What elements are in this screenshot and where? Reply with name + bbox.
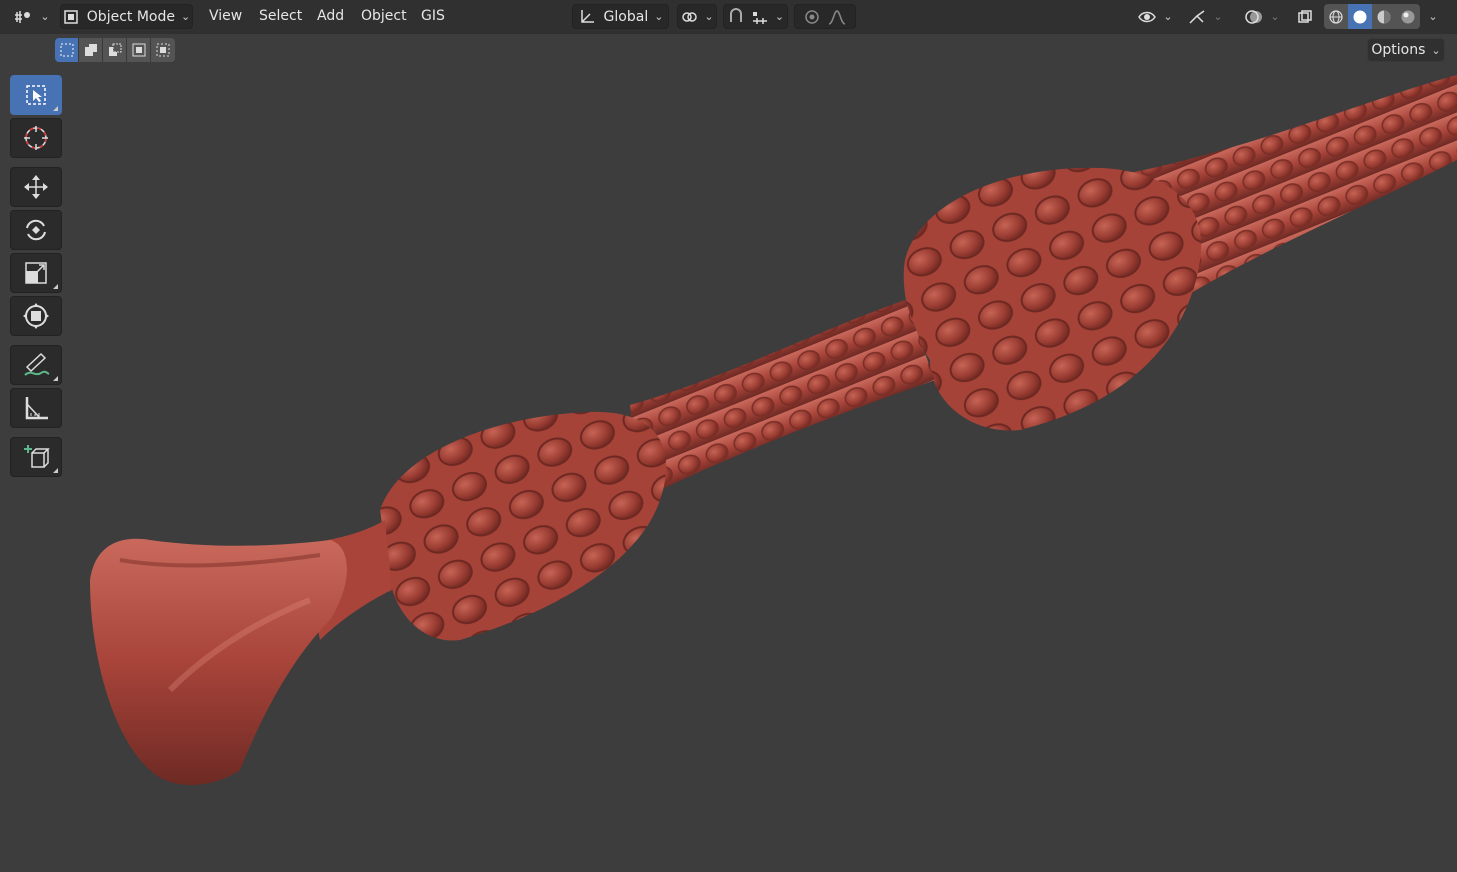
chevron-down-icon: ⌄ <box>1270 10 1280 23</box>
select-extend-icon <box>84 44 97 56</box>
select-intersect-icon <box>156 43 170 57</box>
shading-rendered-button[interactable] <box>1396 4 1420 29</box>
chevron-down-icon: ⌄ <box>704 10 714 23</box>
tool-select-box[interactable] <box>10 75 62 115</box>
chevron-down-icon: ⌄ <box>1431 43 1441 57</box>
gizmo-dropdown[interactable]: ⌄ <box>1180 4 1230 29</box>
tool-cursor[interactable] <box>10 118 62 158</box>
editor-type-button[interactable]: ⌄ <box>14 4 50 29</box>
chevron-down-icon: ⌄ <box>774 10 785 23</box>
chevron-down-icon: ⌄ <box>1163 10 1173 23</box>
tool-add-cube[interactable] <box>10 437 62 477</box>
orientation-icon <box>580 9 594 23</box>
viewport-header: ⌄ Object Mode ⌄ View Select Add Object G… <box>0 0 1457 34</box>
xray-icon <box>1298 9 1312 23</box>
snap-increment-icon <box>752 11 767 24</box>
tool-move[interactable] <box>10 167 62 207</box>
solid-sphere-icon <box>1353 10 1367 23</box>
move-icon <box>24 175 48 199</box>
select-new-icon <box>60 43 73 57</box>
select-invert-button[interactable] <box>127 38 151 62</box>
visibility-dropdown[interactable]: ⌄ <box>1135 4 1175 29</box>
pivot-point-dropdown[interactable]: ⌄ <box>677 4 717 29</box>
options-label: Options <box>1371 42 1426 58</box>
select-new-button[interactable] <box>55 38 79 62</box>
options-dropdown[interactable]: Options ⌄ <box>1367 38 1445 62</box>
object-mode-icon <box>64 9 78 24</box>
falloff-curve-icon <box>828 9 846 25</box>
select-extend-button[interactable] <box>79 38 103 62</box>
select-intersect-button[interactable] <box>151 38 175 62</box>
select-invert-icon <box>132 43 145 57</box>
shading-options-dropdown[interactable]: ⌄ <box>1422 4 1444 29</box>
annotate-icon <box>24 352 50 376</box>
chevron-down-icon: ⌄ <box>180 10 191 23</box>
cursor-icon <box>24 126 48 150</box>
shading-wireframe-button[interactable] <box>1324 4 1348 29</box>
overlays-dropdown[interactable]: ⌄ <box>1237 4 1287 29</box>
chevron-down-icon: ⌄ <box>654 10 664 23</box>
chevron-down-icon: ⌄ <box>1428 10 1438 23</box>
tool-rotate[interactable] <box>10 210 62 250</box>
add-cube-icon <box>24 445 50 468</box>
eye-icon <box>1138 11 1157 22</box>
overlays-icon <box>1245 9 1263 24</box>
shading-solid-button[interactable] <box>1348 4 1372 29</box>
tool-transform[interactable] <box>10 296 62 336</box>
transform-icon <box>23 303 49 329</box>
transform-orientation-dropdown[interactable]: Global ⌄ <box>572 4 669 29</box>
tool-measure[interactable] <box>10 388 62 428</box>
chevron-down-icon: ⌄ <box>1213 10 1223 23</box>
pivot-icon <box>682 11 698 22</box>
scale-icon <box>25 262 47 284</box>
select-box-icon <box>26 85 46 105</box>
snap-group[interactable]: ⌄ <box>723 4 788 29</box>
xray-toggle[interactable] <box>1293 4 1317 29</box>
mode-label: Object Mode <box>86 8 175 25</box>
menu-add[interactable]: Add <box>315 8 346 24</box>
3d-viewport-icon <box>15 10 31 23</box>
mode-dropdown[interactable]: Object Mode ⌄ <box>60 4 193 29</box>
tool-annotate[interactable] <box>10 345 62 385</box>
tool-scale[interactable] <box>10 253 62 293</box>
measure-icon <box>25 397 48 420</box>
menu-view[interactable]: View <box>207 8 244 24</box>
menu-gis[interactable]: GIS <box>419 8 447 24</box>
wand-mesh[interactable] <box>0 0 1457 872</box>
orientation-label: Global <box>603 8 649 25</box>
proportional-edit-group[interactable] <box>794 4 856 29</box>
menu-select[interactable]: Select <box>257 8 304 24</box>
proportional-edit-icon <box>805 9 819 24</box>
select-subtract-icon <box>108 43 121 56</box>
menu-object[interactable]: Object <box>359 8 409 24</box>
selection-mode-group <box>55 38 175 62</box>
shading-material-button[interactable] <box>1372 4 1396 29</box>
gizmo-icon <box>1189 9 1205 24</box>
3d-viewport[interactable]: ⌄ Object Mode ⌄ View Select Add Object G… <box>0 0 1457 872</box>
wireframe-icon <box>1329 9 1343 24</box>
material-sphere-icon <box>1377 10 1391 23</box>
chevron-down-icon: ⌄ <box>40 10 50 23</box>
select-subtract-button[interactable] <box>103 38 127 62</box>
rendered-sphere-icon <box>1401 10 1415 23</box>
snap-icon <box>729 7 742 22</box>
rotate-icon <box>26 219 46 241</box>
